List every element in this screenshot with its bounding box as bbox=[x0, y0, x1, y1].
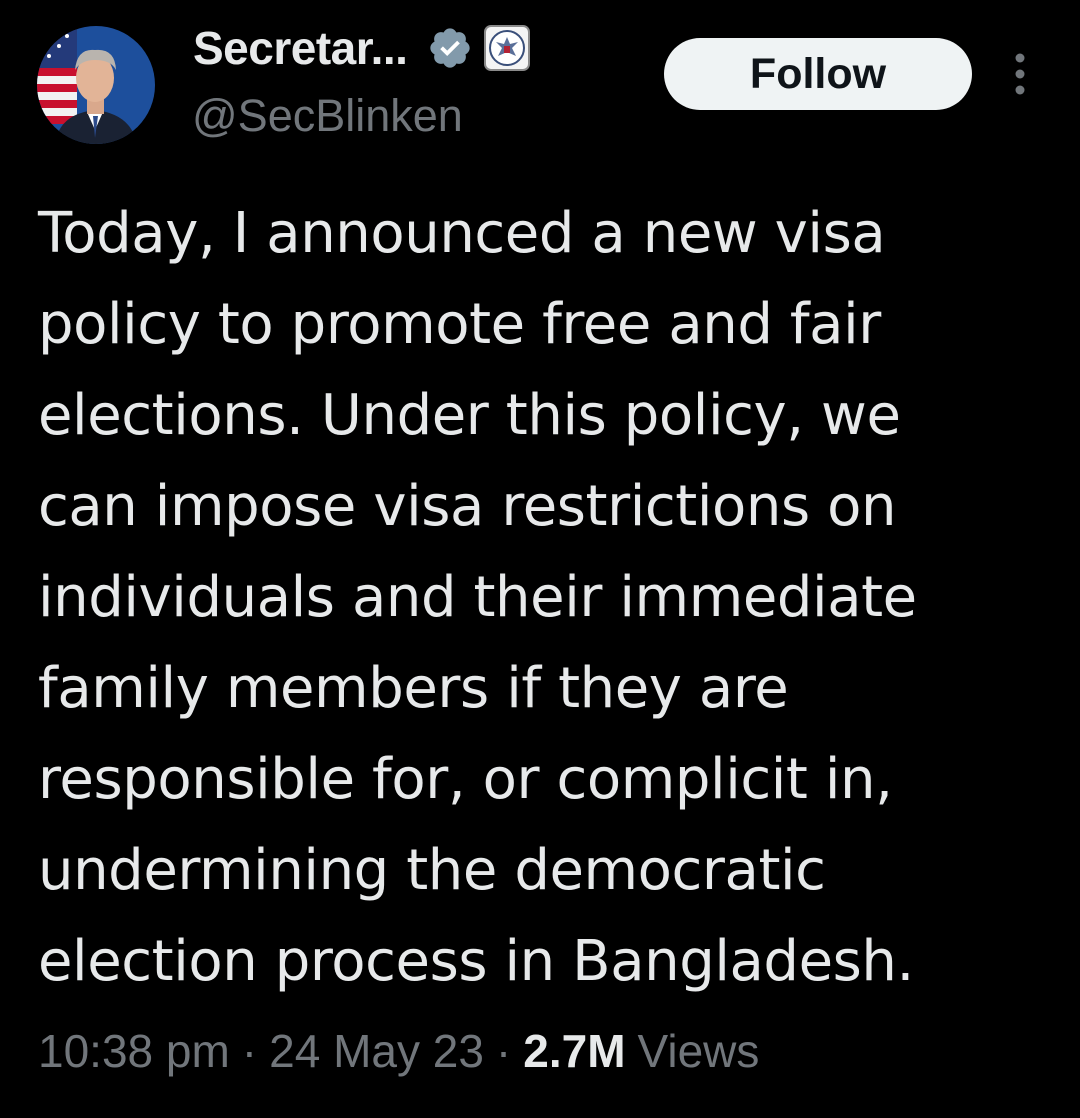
tweet-text-line: undermining the democratic bbox=[38, 838, 826, 903]
verified-badge-icon[interactable] bbox=[427, 25, 473, 71]
tweet-text: Today, I announced a new visa policy to … bbox=[38, 188, 1058, 1007]
tweet-text-line: family members if they are bbox=[38, 656, 789, 721]
tweet-time[interactable]: 10:38 pm bbox=[38, 1024, 230, 1078]
tweet-date[interactable]: 24 May 23 bbox=[269, 1024, 484, 1078]
avatar-photo bbox=[37, 26, 155, 144]
tweet-text-line: policy to promote free and fair bbox=[38, 292, 881, 357]
tweet-text-line: responsible for, or complicit in, bbox=[38, 747, 893, 812]
meta-separator: · bbox=[495, 1025, 512, 1077]
tweet-meta: 10:38 pm · 24 May 23 · 2.7M Views bbox=[38, 1021, 759, 1081]
tweet-text-line: can impose visa restrictions on bbox=[38, 474, 897, 539]
follow-button[interactable]: Follow bbox=[664, 38, 972, 110]
views-label[interactable]: Views bbox=[638, 1024, 760, 1078]
state-department-seal-icon[interactable] bbox=[483, 24, 531, 72]
author-handle[interactable]: @SecBlinken bbox=[192, 90, 463, 142]
views-count[interactable]: 2.7M bbox=[523, 1024, 625, 1078]
more-vertical-icon[interactable] bbox=[1008, 50, 1032, 98]
tweet-text-line: Today, I announced a new visa bbox=[38, 201, 886, 266]
meta-separator: · bbox=[241, 1025, 258, 1077]
author-name-row: Secretar... bbox=[193, 18, 531, 78]
avatar[interactable] bbox=[37, 26, 155, 144]
author-display-name[interactable]: Secretar... bbox=[193, 21, 408, 75]
tweet-text-line: individuals and their immediate bbox=[38, 565, 917, 630]
tweet-text-line: election process in Bangladesh. bbox=[38, 929, 914, 994]
tweet-text-line: elections. Under this policy, we bbox=[38, 383, 901, 448]
